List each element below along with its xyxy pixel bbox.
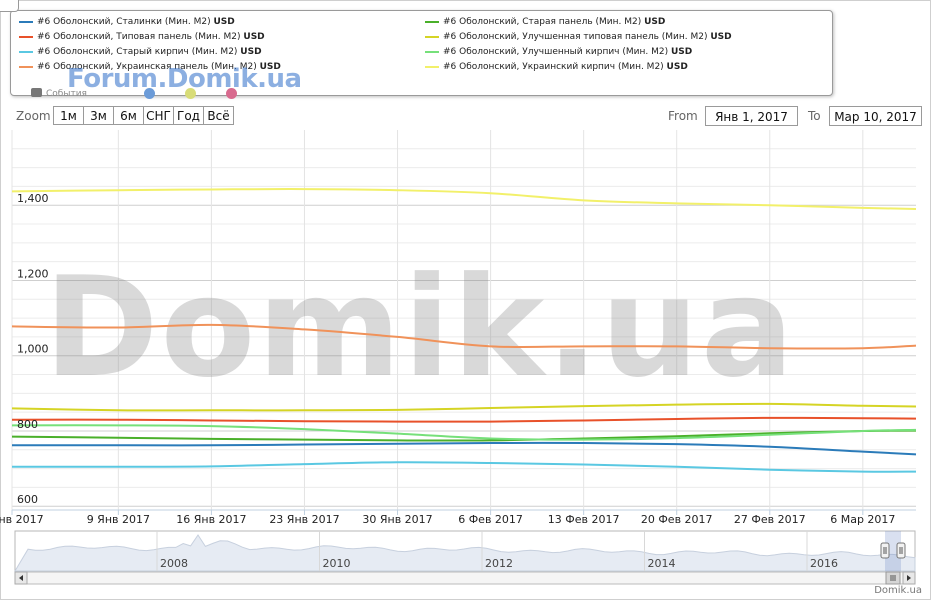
- legend-series-name: #6 Оболонский, Типовая панель (Мин. М2): [37, 32, 244, 42]
- zoom-button-6m[interactable]: 6м: [113, 106, 144, 125]
- legend-swatch-icon: [425, 35, 439, 38]
- x-tick-label: 23 Янв 2017: [269, 513, 339, 526]
- legend-item-series-7[interactable]: #6 Оболонский, Улучшенный кирпич (Мин. М…: [425, 45, 692, 60]
- legend-item-series-6[interactable]: #6 Оболонский, Улучшенная типовая панель…: [425, 30, 732, 45]
- x-tick-label: 13 Фев 2017: [548, 513, 620, 526]
- domik-watermark: Domik.ua: [44, 247, 796, 408]
- legend-series-name: #6 Оболонский, Улучшенный кирпич (Мин. М…: [443, 47, 671, 57]
- legend-unit-label: USD: [710, 32, 732, 42]
- legend-swatch-icon: [19, 35, 33, 38]
- navigator-right-handle[interactable]: [896, 542, 906, 559]
- navigator-tick-label: 2008: [160, 557, 188, 570]
- legend-item-series-5[interactable]: #6 Оболонский, Старая панель (Мин. М2) U…: [425, 15, 665, 30]
- zoom-button-all[interactable]: Всё: [203, 106, 234, 125]
- to-date-input[interactable]: Map 10, 2017: [829, 106, 922, 126]
- scrollbar-track[interactable]: [14, 571, 916, 585]
- x-tick-label: 27 Фев 2017: [734, 513, 806, 526]
- y-tick-label: 1,200: [17, 267, 49, 280]
- legend-page-dot-1[interactable]: [144, 88, 155, 99]
- zoom-button-1m[interactable]: 1м: [53, 106, 84, 125]
- legend-unit-label: USD: [243, 32, 265, 42]
- legend-series-name: #6 Оболонский, Сталинки (Мин. М2): [37, 17, 214, 27]
- navigator-tick-label: 2012: [485, 557, 513, 570]
- y-tick-label: 600: [17, 493, 38, 506]
- events-swatch-icon: [31, 88, 42, 97]
- legend-unit-label: USD: [644, 17, 666, 27]
- legend-unit-label: USD: [666, 62, 688, 72]
- y-tick-label: 1,000: [17, 343, 49, 356]
- legend-series-name: #6 Оболонский, Украинский кирпич (Мин. М…: [443, 62, 667, 72]
- legend-swatch-icon: [19, 20, 33, 23]
- legend-series-name: #6 Оболонский, Старый кирпич (Мин. М2): [37, 47, 241, 57]
- x-axis-ticks: 2 Янв 2017 9 Янв 2017 16 Янв 2017 23 Янв 20…: [0, 510, 895, 526]
- zoom-button-ytd[interactable]: СНГ: [143, 106, 174, 125]
- legend-item-series-2[interactable]: #6 Оболонский, Типовая панель (Мин. М2) …: [19, 30, 265, 45]
- legend: #6 Оболонский, Сталинки (Мин. М2) USD #6 …: [10, 10, 833, 99]
- events-label: События: [46, 89, 87, 99]
- x-tick-label: 6 Мар 2017: [830, 513, 895, 526]
- legend-collapse-toggle[interactable]: [0, 0, 19, 12]
- credit-link[interactable]: Domik.ua: [874, 585, 922, 596]
- x-tick-label: 16 Янв 2017: [176, 513, 246, 526]
- legend-series-name: #6 Оболонский, Улучшенная типовая панель…: [443, 32, 711, 42]
- y-tick-label: 1,400: [17, 192, 49, 205]
- legend-page-dot-2[interactable]: [185, 88, 196, 99]
- zoom-label: Zoom: [16, 109, 51, 123]
- legend-unit-label: USD: [240, 47, 262, 57]
- legend-swatch-icon: [19, 50, 33, 53]
- x-tick-label: 9 Янв 2017: [87, 513, 150, 526]
- x-tick-label: 6 Фев 2017: [458, 513, 523, 526]
- zoom-button-1y[interactable]: Год: [173, 106, 204, 125]
- from-label: From: [668, 109, 698, 123]
- legend-swatch-icon: [425, 65, 439, 68]
- legend-item-series-8[interactable]: #6 Оболонский, Украинский кирпич (Мин. М…: [425, 60, 688, 75]
- forum-watermark: Forum.Domik.ua: [67, 64, 302, 94]
- legend-series-name: #6 Оболонский, Старая панель (Мин. М2): [443, 17, 645, 27]
- legend-swatch-icon: [425, 20, 439, 23]
- navigator-tick-label: 2016: [810, 557, 838, 570]
- legend-unit-label: USD: [213, 17, 235, 27]
- y-tick-label: 800: [17, 418, 38, 431]
- navigator[interactable]: 2008 2010 2012 2014 2016: [14, 530, 916, 572]
- legend-swatch-icon: [19, 65, 33, 68]
- navigator-tick-label: 2014: [648, 557, 676, 570]
- x-tick-label: 30 Янв 2017: [362, 513, 432, 526]
- legend-item-events[interactable]: События: [31, 88, 87, 100]
- legend-unit-label: USD: [670, 47, 693, 57]
- x-tick-label: 2 Янв 2017: [0, 513, 44, 526]
- legend-item-series-1[interactable]: #6 Оболонский, Сталинки (Мин. М2) USD: [19, 15, 235, 30]
- legend-page-dot-3[interactable]: [226, 88, 237, 99]
- navigator-left-handle[interactable]: [880, 542, 890, 559]
- zoom-button-3m[interactable]: 3м: [83, 106, 114, 125]
- to-label: To: [808, 109, 821, 123]
- x-tick-label: 20 Фев 2017: [641, 513, 713, 526]
- legend-item-series-3[interactable]: #6 Оболонский, Старый кирпич (Мин. М2) U…: [19, 45, 262, 60]
- scrollbar[interactable]: [14, 571, 916, 585]
- navigator-tick-label: 2010: [323, 557, 351, 570]
- legend-swatch-icon: [425, 50, 439, 53]
- from-date-input[interactable]: Янв 1, 2017: [705, 106, 798, 126]
